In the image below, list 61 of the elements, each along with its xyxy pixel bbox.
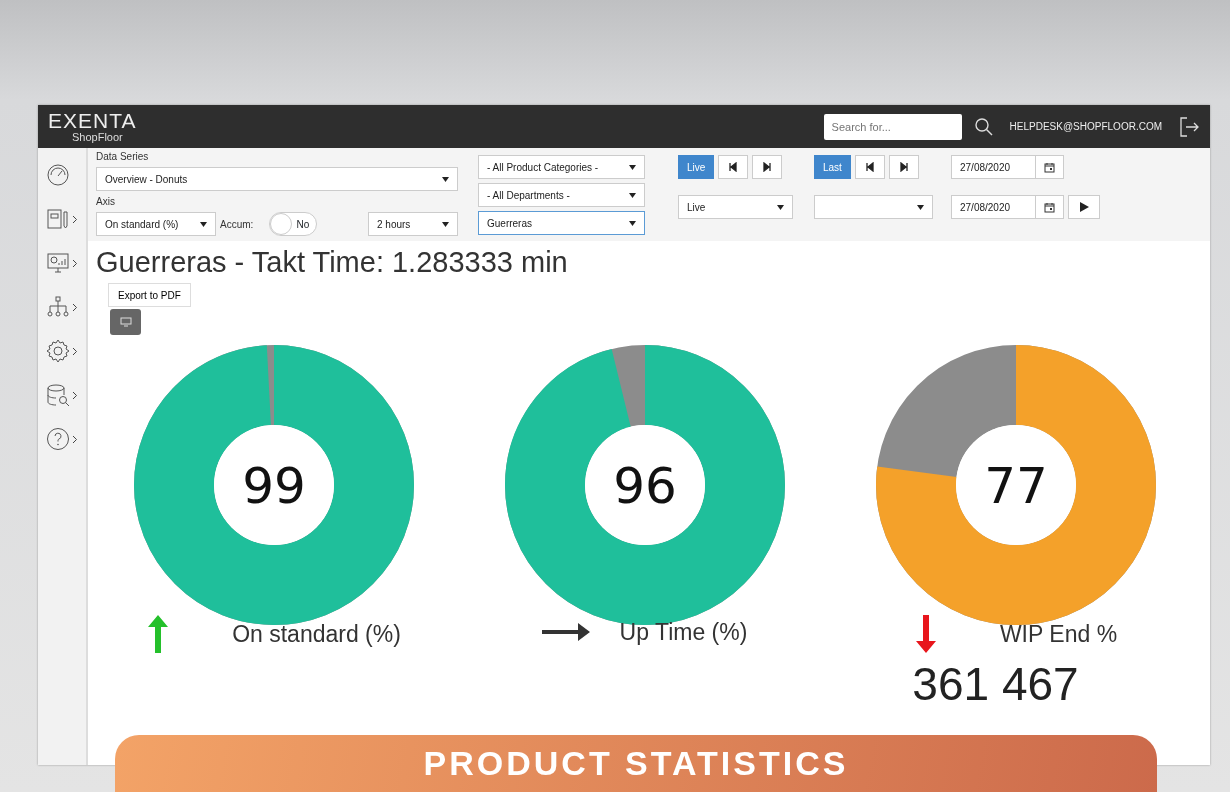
logout-icon[interactable] xyxy=(1178,115,1200,138)
gauge-value: 99 xyxy=(241,457,306,515)
skip-back-icon xyxy=(864,162,875,172)
gauge-icon[interactable] xyxy=(46,163,70,187)
search-field[interactable]: Search for... xyxy=(823,113,962,140)
calendar-button[interactable] xyxy=(1036,195,1064,219)
field-label: Data Series xyxy=(96,150,150,163)
filter-dropdown[interactable]: Guerreras xyxy=(478,211,645,235)
play-button[interactable] xyxy=(1068,195,1100,219)
filter-dropdown[interactable]: - All Product Categories - xyxy=(478,155,645,179)
caret-icon xyxy=(629,192,636,198)
skip-forward-icon xyxy=(762,162,773,172)
monitor-icon xyxy=(119,317,132,327)
calendar-icon xyxy=(1044,161,1055,173)
mode-button[interactable]: Live xyxy=(678,155,715,179)
axis-dropdown[interactable]: On standard (%) xyxy=(96,212,216,236)
play-icon xyxy=(1079,202,1089,212)
notebook-icon[interactable] xyxy=(46,207,70,231)
help-icon[interactable] xyxy=(46,427,70,451)
skip-forward-icon xyxy=(898,162,909,172)
caret-icon xyxy=(442,176,449,182)
data-series-dropdown[interactable]: Overview - Donuts xyxy=(96,167,458,191)
date-field[interactable]: 27/08/2020 xyxy=(951,155,1036,179)
search-icon[interactable] xyxy=(973,116,994,137)
field-label: Axis xyxy=(96,195,116,208)
logo-subtext: ShopFloor xyxy=(72,131,124,143)
gauge-value: 77 xyxy=(983,457,1048,515)
caret-icon xyxy=(917,204,924,210)
page-title: Guerreras - Takt Time: 1.283333 min xyxy=(96,245,569,279)
gear-icon[interactable] xyxy=(46,339,70,363)
gauge-label: On standard (%) xyxy=(232,619,401,649)
banner-text: PRODUCT STATISTICS xyxy=(423,743,849,784)
caret-icon xyxy=(629,220,636,226)
date-field[interactable]: 27/08/2020 xyxy=(951,195,1036,219)
skip-back-button[interactable] xyxy=(718,155,749,179)
mode-dropdown[interactable]: Live xyxy=(678,195,793,219)
gauge-label: Up Time (%) xyxy=(619,618,748,647)
caret-icon xyxy=(629,164,636,170)
gauge-label: WIP End % xyxy=(999,619,1118,649)
database-icon[interactable] xyxy=(46,383,70,407)
mode-button[interactable]: Last xyxy=(814,155,851,179)
calendar-icon xyxy=(1044,201,1055,213)
user-email: HELPDESK@SHOPFLOOR.COM xyxy=(1009,120,1162,134)
skip-forward-button[interactable] xyxy=(888,155,919,179)
period-dropdown[interactable]: 2 hours xyxy=(368,212,458,236)
caret-icon xyxy=(442,221,449,227)
hierarchy-icon[interactable] xyxy=(46,295,70,319)
caret-icon xyxy=(200,221,207,227)
skip-forward-button[interactable] xyxy=(752,155,783,179)
caret-icon xyxy=(777,204,784,210)
skip-back-icon xyxy=(728,162,739,172)
export-button[interactable]: Export to PDF xyxy=(108,283,191,307)
total-count: 361 467 xyxy=(912,661,1079,707)
monitor-icon[interactable] xyxy=(46,251,70,275)
skip-back-button[interactable] xyxy=(854,155,885,179)
calendar-button[interactable] xyxy=(1036,155,1064,179)
gauge-value: 96 xyxy=(612,457,677,515)
logo-text: EXENTA xyxy=(48,110,137,131)
accum-label: Accum: xyxy=(220,217,254,231)
accum-toggle[interactable]: No xyxy=(269,212,318,236)
filter-dropdown[interactable]: - All Departments - xyxy=(478,183,645,207)
